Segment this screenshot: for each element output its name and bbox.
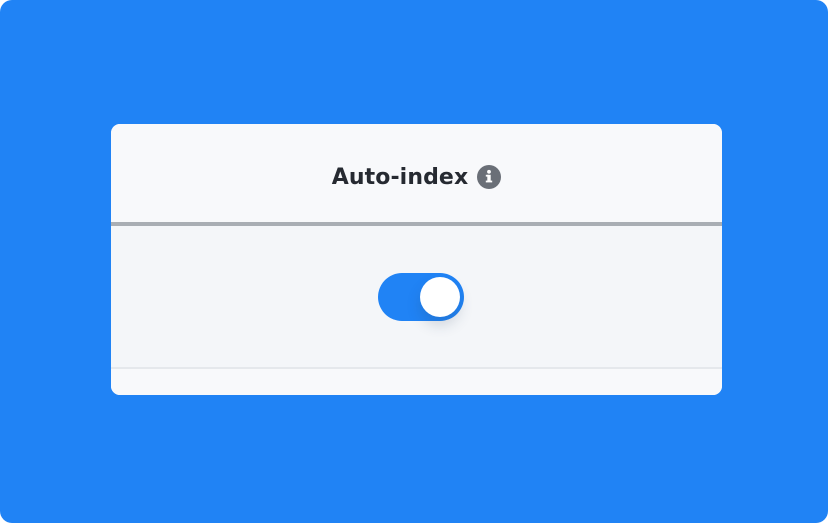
card-footer <box>111 369 722 395</box>
card-body <box>111 226 722 367</box>
setting-title: Auto-index <box>331 164 469 190</box>
auto-index-toggle[interactable] <box>378 273 464 321</box>
page-background: Auto-index <box>0 0 828 523</box>
setting-card: Auto-index <box>111 124 722 395</box>
toggle-knob[interactable] <box>420 277 460 317</box>
info-icon[interactable] <box>477 165 502 189</box>
card-header: Auto-index <box>111 124 722 222</box>
